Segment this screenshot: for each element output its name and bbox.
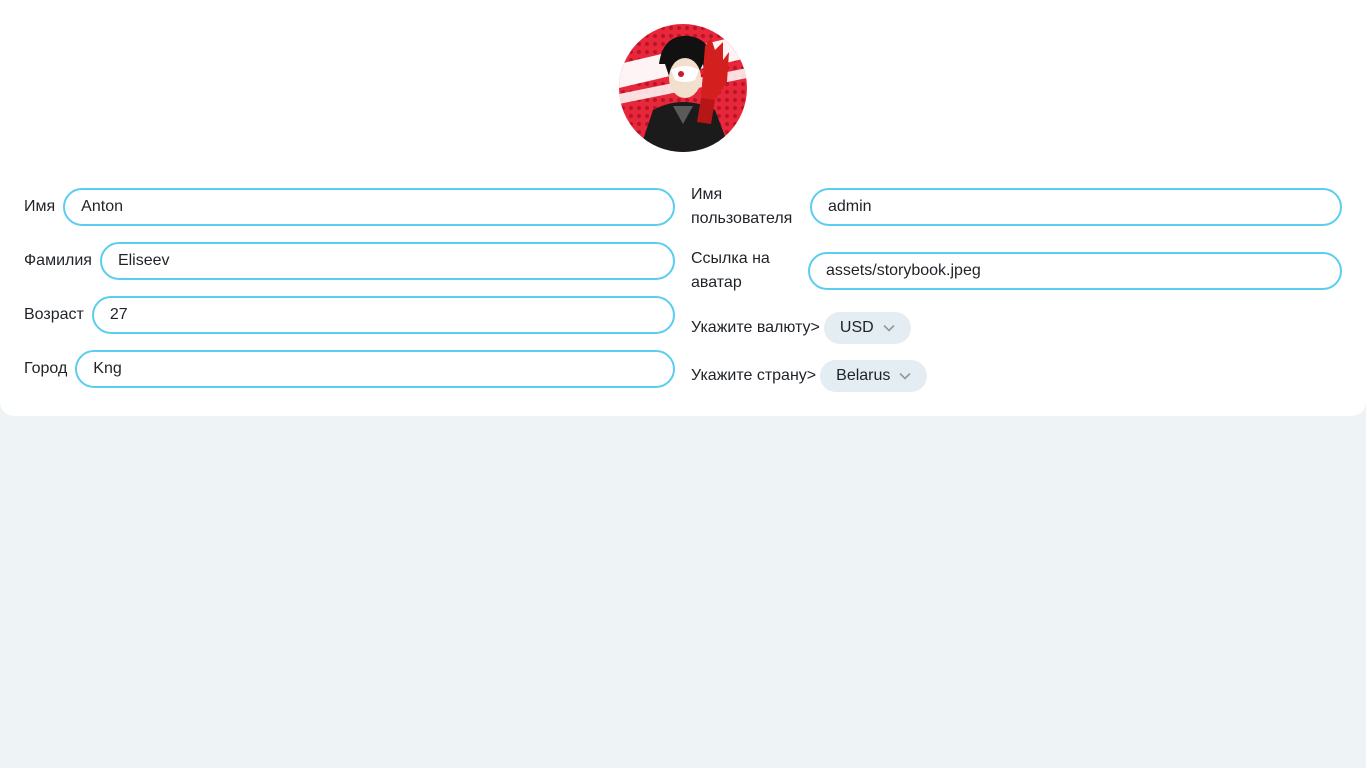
country-select[interactable]: Belarus xyxy=(820,360,928,392)
chevron-down-icon xyxy=(883,324,895,332)
age-input[interactable] xyxy=(91,296,675,334)
profile-card: Имя Фамилия Возраст Город Имя пользовате… xyxy=(0,0,1366,416)
city-input[interactable] xyxy=(75,350,675,388)
first-name-label: Имя xyxy=(24,198,56,215)
last-name-label: Фамилия xyxy=(24,252,92,269)
username-label: Имя пользователя xyxy=(691,186,793,227)
currency-select[interactable]: USD xyxy=(823,312,911,344)
avatar-image xyxy=(619,24,747,152)
avatar xyxy=(619,24,747,152)
currency-value: USD xyxy=(839,319,874,336)
age-label: Возраст xyxy=(24,306,84,323)
country-row: Укажите страну> Belarus xyxy=(691,360,1342,392)
country-value: Belarus xyxy=(836,367,891,384)
currency-row: Укажите валюту> USD xyxy=(691,312,1342,344)
city-row: Город xyxy=(24,350,675,388)
first-name-row: Имя xyxy=(24,188,675,226)
username-row: Имя пользователя xyxy=(691,183,1342,231)
country-label: Укажите страну> xyxy=(691,367,817,384)
avatar-link-label: Ссылка на аватар xyxy=(691,250,770,291)
city-label: Город xyxy=(24,360,68,377)
last-name-input[interactable] xyxy=(99,242,675,280)
age-row: Возраст xyxy=(24,296,675,334)
username-input[interactable] xyxy=(810,188,1342,226)
avatar-link-row: Ссылка на аватар xyxy=(691,247,1342,295)
chevron-down-icon xyxy=(899,372,911,380)
avatar-link-input[interactable] xyxy=(808,252,1342,290)
last-name-row: Фамилия xyxy=(24,242,675,280)
first-name-input[interactable] xyxy=(63,188,675,226)
currency-label: Укажите валюту> xyxy=(691,319,820,336)
